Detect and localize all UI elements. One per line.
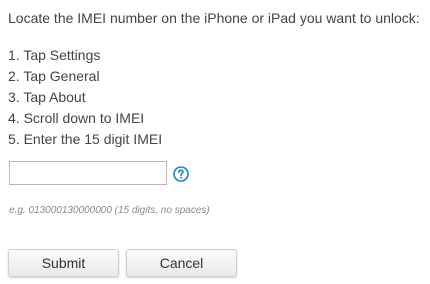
step-item: 5. Enter the 15 digit IMEI: [8, 131, 163, 147]
submit-button[interactable]: Submit: [8, 249, 119, 277]
instructions-intro: Locate the IMEI number on the iPhone or …: [8, 10, 420, 26]
step-item: 4. Scroll down to IMEI: [8, 110, 145, 126]
step-item: 3. Tap About: [8, 89, 86, 105]
step-item: 2. Tap General: [8, 68, 100, 84]
imei-input[interactable]: [9, 161, 167, 185]
cancel-button[interactable]: Cancel: [126, 249, 237, 277]
steps-list: 1. Tap Settings 2. Tap General 3. Tap Ab…: [8, 45, 162, 150]
imei-example-hint: e.g. 013000130000000 (15 digits, no spac…: [9, 205, 210, 216]
question-circle-icon[interactable]: [173, 166, 189, 182]
step-item: 1. Tap Settings: [8, 47, 101, 63]
